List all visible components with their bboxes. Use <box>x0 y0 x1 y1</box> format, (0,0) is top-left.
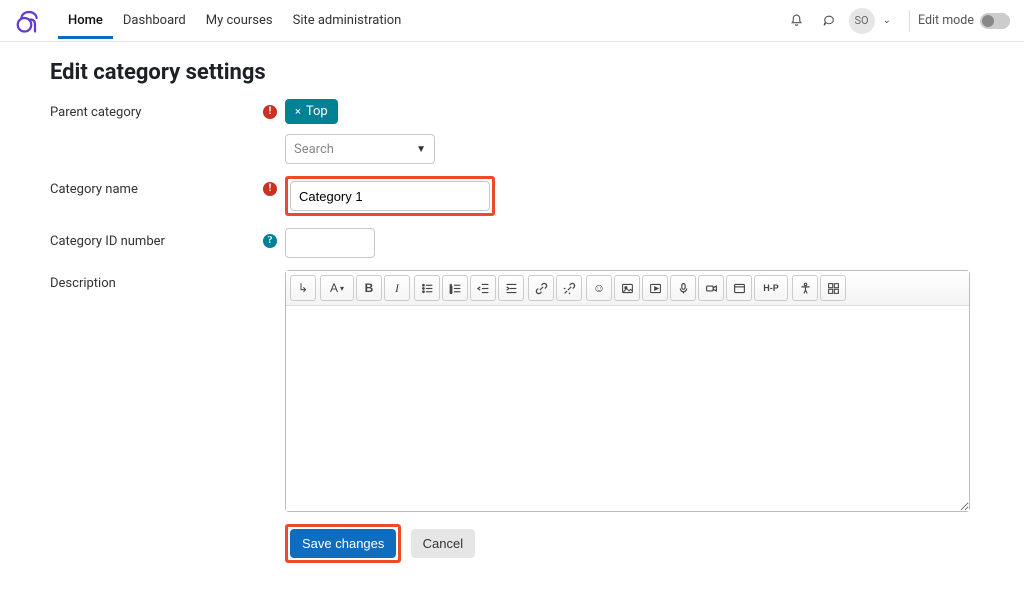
required-icon: ! <box>263 105 277 119</box>
label-category-name: Category name <box>50 176 255 197</box>
toolbar-bold-icon[interactable]: B <box>356 275 382 301</box>
dropdown-caret-icon: ▼ <box>416 144 426 155</box>
tag-remove-icon[interactable]: × <box>295 105 301 118</box>
toggle-knob <box>982 15 994 27</box>
chat-icon[interactable] <box>817 9 841 33</box>
toolbar-italic-icon[interactable]: I <box>384 275 410 301</box>
save-button[interactable]: Save changes <box>290 529 396 558</box>
row-description: Description ↳ A▾ B I 123 <box>50 270 974 563</box>
label-parent-category: Parent category <box>50 99 255 120</box>
toolbar-image-icon[interactable] <box>614 275 640 301</box>
user-avatar[interactable]: SO <box>849 8 875 34</box>
nav-dashboard[interactable]: Dashboard <box>113 2 196 39</box>
cancel-button[interactable]: Cancel <box>411 529 475 558</box>
toolbar-video-icon[interactable] <box>698 275 724 301</box>
toolbar-link-icon[interactable] <box>528 275 554 301</box>
row-parent-category: Parent category ! × Top Search ▼ <box>50 99 974 164</box>
toolbar-file-icon[interactable] <box>726 275 752 301</box>
nav-links: Home Dashboard My courses Site administr… <box>58 2 411 39</box>
page-body: Edit category settings Parent category !… <box>0 42 1024 605</box>
toolbar-emoji-icon[interactable]: ☺ <box>586 275 612 301</box>
label-description: Description <box>50 270 255 291</box>
description-textarea[interactable] <box>286 306 969 511</box>
nav-siteadmin[interactable]: Site administration <box>283 2 412 39</box>
toolbar-accessibility-icon[interactable] <box>792 275 818 301</box>
search-placeholder: Search <box>294 142 334 157</box>
label-category-id: Category ID number <box>50 228 255 249</box>
nav-home[interactable]: Home <box>58 2 113 39</box>
toolbar-ul-icon[interactable] <box>414 275 440 301</box>
highlight-save: Save changes <box>285 524 401 563</box>
toolbar-outdent-icon[interactable] <box>470 275 496 301</box>
category-name-input[interactable] <box>290 181 490 211</box>
toolbar-h5p-icon[interactable]: H-P <box>754 275 788 301</box>
row-category-name: Category name ! <box>50 176 974 216</box>
description-editor: ↳ A▾ B I 123 <box>285 270 970 512</box>
parent-category-tag: × Top <box>285 99 338 124</box>
page-title: Edit category settings <box>50 60 974 85</box>
toolbar-expand-icon[interactable]: ↳ <box>290 275 316 301</box>
parent-category-search[interactable]: Search ▼ <box>285 134 435 164</box>
nav-mycourses[interactable]: My courses <box>196 2 283 39</box>
user-menu-caret-icon[interactable]: ⌄ <box>883 15 891 26</box>
navbar: Home Dashboard My courses Site administr… <box>0 0 1024 42</box>
required-icon: ! <box>263 182 277 196</box>
toolbar-ol-icon[interactable]: 123 <box>442 275 468 301</box>
separator <box>909 10 910 32</box>
help-icon[interactable]: ? <box>263 234 277 248</box>
editor-toolbar: ↳ A▾ B I 123 <box>286 271 969 306</box>
row-category-id: Category ID number ? <box>50 228 974 258</box>
category-id-input[interactable] <box>285 228 375 258</box>
edit-mode-toggle[interactable] <box>980 13 1010 29</box>
svg-text:3: 3 <box>449 289 452 294</box>
toolbar-htmlsource-icon[interactable] <box>820 275 846 301</box>
toolbar-mic-icon[interactable] <box>670 275 696 301</box>
toolbar-indent-icon[interactable] <box>498 275 524 301</box>
bell-icon[interactable] <box>785 9 809 33</box>
highlight-category-name <box>285 176 495 216</box>
edit-mode-label: Edit mode <box>918 13 974 28</box>
toolbar-media-icon[interactable] <box>642 275 668 301</box>
brand-logo[interactable] <box>14 6 44 36</box>
tag-text: Top <box>306 104 328 119</box>
toolbar-font-picker[interactable]: A▾ <box>320 275 354 301</box>
toolbar-unlink-icon[interactable] <box>556 275 582 301</box>
